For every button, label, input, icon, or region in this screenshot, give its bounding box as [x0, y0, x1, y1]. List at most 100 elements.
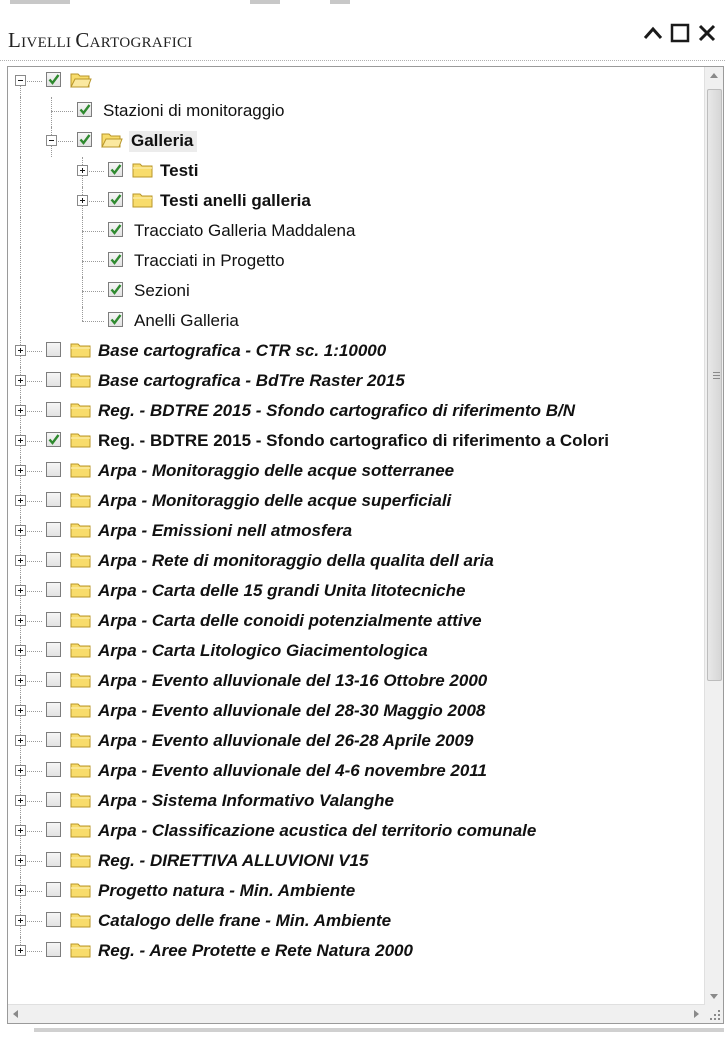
collapse-icon[interactable]	[641, 18, 665, 48]
layer-row[interactable]: Arpa - Sistema Informativo Valanghe	[8, 787, 705, 817]
layer-checkbox[interactable]	[46, 702, 61, 717]
expand-icon[interactable]	[15, 615, 26, 626]
layer-checkbox[interactable]	[46, 552, 61, 567]
expand-icon[interactable]	[15, 705, 26, 716]
layer-row[interactable]: Arpa - Evento alluvionale del 26-28 Apri…	[8, 727, 705, 757]
expand-icon[interactable]	[15, 885, 26, 896]
expand-icon[interactable]	[15, 735, 26, 746]
layer-row[interactable]: Arpa - Carta delle conoidi potenzialment…	[8, 607, 705, 637]
layer-checkbox[interactable]	[46, 852, 61, 867]
expand-icon[interactable]	[15, 945, 26, 956]
layer-checkbox[interactable]	[46, 462, 61, 477]
layer-row[interactable]: Reg. - BDTRE 2015 - Sfondo cartografico …	[8, 397, 705, 427]
layer-row[interactable]: Arpa - Evento alluvionale del 28-30 Magg…	[8, 697, 705, 727]
layer-row[interactable]: Arpa - Carta Litologico Giacimentologica	[8, 637, 705, 667]
layer-row[interactable]: Catalogo delle frane - Min. Ambiente	[8, 907, 705, 937]
layer-checkbox[interactable]	[46, 492, 61, 507]
layer-row[interactable]: Arpa - Monitoraggio delle acque superfic…	[8, 487, 705, 517]
expand-icon[interactable]	[15, 825, 26, 836]
layer-row[interactable]: Reg. - DIRETTIVA ALLUVIONI V15	[8, 847, 705, 877]
expand-icon[interactable]	[15, 765, 26, 776]
layer-checkbox[interactable]	[108, 222, 123, 237]
layer-checkbox[interactable]	[108, 282, 123, 297]
layer-checkbox[interactable]	[46, 762, 61, 777]
scroll-down-icon[interactable]	[710, 994, 718, 999]
layer-checkbox[interactable]	[46, 792, 61, 807]
layer-checkbox[interactable]	[46, 912, 61, 927]
expand-icon[interactable]	[15, 795, 26, 806]
layer-row[interactable]: Arpa - Evento alluvionale del 13-16 Otto…	[8, 667, 705, 697]
layer-row[interactable]: Stazioni di monitoraggio	[8, 97, 705, 127]
expand-icon[interactable]	[15, 555, 26, 566]
vertical-scroll-thumb[interactable]	[707, 89, 722, 681]
folder-icon	[132, 161, 154, 179]
vertical-scrollbar[interactable]	[704, 67, 723, 1005]
expand-icon[interactable]	[15, 855, 26, 866]
layer-row[interactable]: Arpa - Emissioni nell atmosfera	[8, 517, 705, 547]
layer-row[interactable]: Testi anelli galleria	[8, 187, 705, 217]
layer-checkbox[interactable]	[46, 732, 61, 747]
layer-checkbox[interactable]	[108, 162, 123, 177]
scroll-left-icon[interactable]	[13, 1010, 18, 1018]
collapse-tree-icon[interactable]	[15, 75, 26, 86]
layer-row[interactable]: Progetto natura - Min. Ambiente	[8, 877, 705, 907]
layer-label: Stazioni di monitoraggio	[103, 101, 285, 120]
scroll-right-icon[interactable]	[694, 1010, 699, 1018]
expand-icon[interactable]	[15, 405, 26, 416]
layer-row[interactable]: Arpa - Rete di monitoraggio della qualit…	[8, 547, 705, 577]
layer-row[interactable]: Arpa - Monitoraggio delle acque sotterra…	[8, 457, 705, 487]
layer-row[interactable]: Arpa - Carta delle 15 grandi Unita litot…	[8, 577, 705, 607]
layer-row[interactable]: Sezioni	[8, 277, 705, 307]
expand-icon[interactable]	[15, 435, 26, 446]
layer-checkbox[interactable]	[46, 522, 61, 537]
horizontal-scrollbar[interactable]	[8, 1004, 705, 1023]
layer-row[interactable]	[8, 67, 705, 111]
layer-checkbox[interactable]	[46, 882, 61, 897]
expand-icon[interactable]	[77, 165, 88, 176]
layer-checkbox[interactable]	[77, 132, 92, 147]
expand-icon[interactable]	[15, 375, 26, 386]
layer-checkbox[interactable]	[46, 822, 61, 837]
close-icon[interactable]	[695, 18, 719, 48]
layer-checkbox[interactable]	[108, 192, 123, 207]
expand-icon[interactable]	[15, 675, 26, 686]
expand-icon[interactable]	[15, 585, 26, 596]
expand-icon[interactable]	[15, 495, 26, 506]
collapse-tree-icon[interactable]	[46, 135, 57, 146]
layer-checkbox[interactable]	[46, 72, 61, 87]
layer-row[interactable]: Base cartografica - CTR sc. 1:10000	[8, 337, 705, 367]
folder-icon	[132, 191, 154, 209]
layer-checkbox[interactable]	[46, 942, 61, 957]
layer-row[interactable]: Anelli Galleria	[8, 307, 705, 337]
layer-row[interactable]: Reg. - Aree Protette e Rete Natura 2000	[8, 937, 705, 967]
layer-checkbox[interactable]	[46, 432, 61, 447]
layer-checkbox[interactable]	[108, 312, 123, 327]
expand-icon[interactable]	[15, 465, 26, 476]
layer-row[interactable]: Tracciato Galleria Maddalena	[8, 217, 705, 247]
layer-row[interactable]: Reg. - BDTRE 2015 - Sfondo cartografico …	[8, 427, 705, 457]
resize-grip-icon[interactable]	[705, 1005, 723, 1023]
expand-icon[interactable]	[15, 645, 26, 656]
expand-icon[interactable]	[15, 915, 26, 926]
layer-checkbox[interactable]	[46, 642, 61, 657]
layer-row[interactable]: Galleria	[8, 127, 705, 157]
expand-icon[interactable]	[15, 345, 26, 356]
layer-row[interactable]: Testi	[8, 157, 705, 187]
scroll-up-icon[interactable]	[710, 73, 718, 78]
layer-checkbox[interactable]	[46, 402, 61, 417]
layer-row[interactable]: Tracciati in Progetto	[8, 247, 705, 277]
layer-label: Sezioni	[134, 281, 190, 300]
layer-checkbox[interactable]	[46, 582, 61, 597]
layer-checkbox[interactable]	[46, 342, 61, 357]
layer-checkbox[interactable]	[108, 252, 123, 267]
maximize-icon[interactable]	[668, 18, 692, 48]
layer-row[interactable]: Arpa - Evento alluvionale del 4-6 novemb…	[8, 757, 705, 787]
layer-row[interactable]: Arpa - Classificazione acustica del terr…	[8, 817, 705, 847]
layer-checkbox[interactable]	[46, 372, 61, 387]
layer-checkbox[interactable]	[46, 612, 61, 627]
layer-checkbox[interactable]	[77, 102, 92, 117]
expand-icon[interactable]	[77, 195, 88, 206]
layer-checkbox[interactable]	[46, 672, 61, 687]
expand-icon[interactable]	[15, 525, 26, 536]
layer-row[interactable]: Base cartografica - BdTre Raster 2015	[8, 367, 705, 397]
